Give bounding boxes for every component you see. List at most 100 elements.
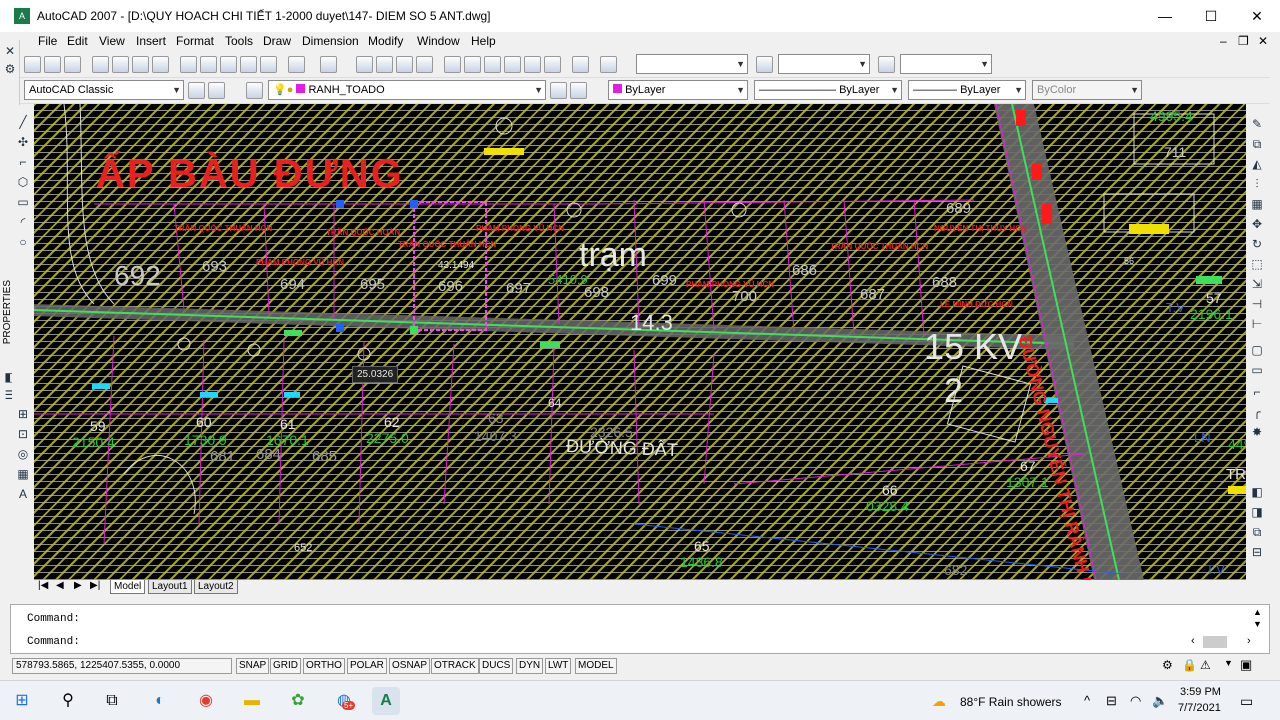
3d-dwf-icon[interactable]	[152, 56, 169, 73]
horizontal-scrollbar-thumb[interactable]	[1203, 636, 1227, 648]
arc-icon[interactable]: ◜	[14, 213, 32, 231]
construction-line-icon[interactable]: ✣	[14, 133, 32, 151]
menu-modify[interactable]: Modify	[368, 34, 403, 48]
table-style-dropdown[interactable]: ▼	[900, 54, 992, 74]
lwt-toggle[interactable]: LWT	[545, 658, 572, 674]
command-window[interactable]: Command: Command: ▲ ▼ ‹ ›	[10, 604, 1270, 654]
menu-tools[interactable]: Tools	[225, 34, 253, 48]
search-icon[interactable]: ⚲	[54, 687, 82, 715]
scroll-left-icon[interactable]: ‹	[1191, 635, 1195, 647]
palette-close-icon[interactable]: ✕	[1, 42, 19, 60]
polygon-icon[interactable]: ⬡	[14, 173, 32, 191]
chamfer-icon[interactable]: ⌐	[1248, 383, 1266, 401]
weather-text[interactable]: 88°F Rain showers	[960, 695, 1062, 709]
new-icon[interactable]	[24, 56, 41, 73]
workspace-dropdown[interactable]: AutoCAD Classic ▼	[24, 80, 184, 100]
draworder-front-icon[interactable]: ◧	[1248, 483, 1266, 501]
lineweight-dropdown[interactable]: ———— ByLayer ▼	[908, 80, 1026, 100]
publish-icon[interactable]	[132, 56, 149, 73]
array-icon[interactable]: ▦	[1248, 195, 1266, 213]
explode-icon[interactable]: ✸	[1248, 423, 1266, 441]
mirror-icon[interactable]: ◭	[1248, 155, 1266, 173]
menu-view[interactable]: View	[99, 34, 125, 48]
save-workspace-icon[interactable]	[208, 82, 225, 99]
polar-toggle[interactable]: POLAR	[347, 658, 387, 674]
text-style-dropdown[interactable]: ▼	[636, 54, 748, 74]
clock-date[interactable]: 7/7/2021	[1178, 702, 1221, 714]
layer-manager-icon[interactable]	[246, 82, 263, 99]
make-block-icon[interactable]: ⊡	[14, 425, 32, 443]
tab-layout2[interactable]: Layout2	[194, 580, 238, 594]
extend-icon[interactable]: ⊢	[1248, 315, 1266, 333]
notifications-icon[interactable]: ▭	[1240, 693, 1253, 710]
menu-window[interactable]: Window	[417, 34, 460, 48]
pan-icon[interactable]	[356, 56, 373, 73]
wifi-icon[interactable]: ◠	[1130, 693, 1141, 709]
undo-icon[interactable]	[288, 56, 305, 73]
scroll-down-icon[interactable]: ▼	[1253, 619, 1262, 629]
draworder-above-icon[interactable]: ⧉	[1248, 523, 1266, 541]
chrome-browser-icon[interactable]: ◉	[192, 687, 220, 715]
coordinate-readout[interactable]: 578793.5865, 1225407.5355, 0.0000	[12, 658, 232, 674]
scroll-right-icon[interactable]: ›	[1247, 635, 1251, 647]
design-center-icon[interactable]	[464, 56, 481, 73]
plot-icon[interactable]	[92, 56, 109, 73]
offset-icon[interactable]: ⫶	[1248, 175, 1266, 193]
edge-browser-icon[interactable]: ◐	[146, 687, 174, 715]
menu-file[interactable]: File	[38, 34, 57, 48]
volume-icon[interactable]: 🔈	[1152, 693, 1168, 709]
palette-options-icon[interactable]: ⚙	[1, 60, 19, 78]
menu-insert[interactable]: Insert	[136, 34, 166, 48]
menu-dimension[interactable]: Dimension	[302, 34, 359, 48]
redo-icon[interactable]	[320, 56, 337, 73]
tray-overflow-icon[interactable]: ^	[1084, 693, 1090, 708]
layer-dropdown[interactable]: 💡● RANH_TOADO ▼	[268, 80, 546, 100]
make-layer-current-icon[interactable]	[550, 82, 567, 99]
insert-block-icon[interactable]: ⊞	[14, 405, 32, 423]
next-tab-icon[interactable]: ▶	[74, 580, 82, 591]
quickcalc-icon[interactable]	[544, 56, 561, 73]
tab-model[interactable]: Model	[110, 580, 146, 594]
dyn-toggle[interactable]: DYN	[516, 658, 544, 674]
menu-draw[interactable]: Draw	[263, 34, 291, 48]
prev-tab-icon[interactable]: ◀	[56, 580, 64, 591]
menu-format[interactable]: Format	[176, 34, 214, 48]
close-button[interactable]: ✕	[1234, 0, 1280, 32]
autocad-app-icon[interactable]: A	[14, 8, 30, 24]
dim-style-icon[interactable]	[756, 56, 773, 73]
otrack-toggle[interactable]: OTRACK	[431, 658, 479, 674]
clock-time[interactable]: 3:59 PM	[1180, 686, 1221, 698]
linetype-dropdown[interactable]: ——————— ByLayer ▼	[754, 80, 902, 100]
scale-icon[interactable]: ⬚	[1248, 255, 1266, 273]
rectangle-icon[interactable]: ▭	[14, 193, 32, 211]
paste-icon[interactable]	[220, 56, 237, 73]
draworder-back-icon[interactable]: ◨	[1248, 503, 1266, 521]
match-properties-icon[interactable]	[240, 56, 257, 73]
model-toggle[interactable]: MODEL	[575, 658, 617, 674]
erase-icon[interactable]: ✎	[1248, 115, 1266, 133]
zoom-realtime-icon[interactable]	[376, 56, 393, 73]
snap-toggle[interactable]: SNAP	[236, 658, 270, 674]
table-icon[interactable]: ▦	[14, 465, 32, 483]
break-icon[interactable]: ▢	[1248, 341, 1266, 359]
status-menu-icon[interactable]: ▼	[1224, 658, 1233, 668]
file-explorer-icon[interactable]: ▬	[238, 687, 266, 715]
ortho-toggle[interactable]: ORTHO	[303, 658, 345, 674]
stretch-icon[interactable]: ⇲	[1248, 275, 1266, 293]
plot-preview-icon[interactable]	[112, 56, 129, 73]
clean-screen-icon[interactable]: ▣	[1240, 657, 1252, 673]
minimize-button[interactable]: —	[1142, 0, 1188, 32]
doc-minimize-icon[interactable]: ‒	[1220, 34, 1227, 48]
maximize-button[interactable]: ☐	[1188, 0, 1234, 32]
polyline-icon[interactable]: ⌐	[14, 153, 32, 171]
grid-toggle[interactable]: GRID	[270, 658, 301, 674]
menu-help[interactable]: Help	[471, 34, 496, 48]
network-icon[interactable]: ⊟	[1106, 693, 1117, 709]
block-editor-icon[interactable]	[260, 56, 277, 73]
copy-icon[interactable]	[200, 56, 217, 73]
unikey-icon[interactable]: ✿	[284, 687, 312, 715]
trim-icon[interactable]: ⊣	[1248, 295, 1266, 313]
properties-icon[interactable]	[444, 56, 461, 73]
cut-icon[interactable]	[180, 56, 197, 73]
dim-style-dropdown[interactable]: ▼	[778, 54, 870, 74]
